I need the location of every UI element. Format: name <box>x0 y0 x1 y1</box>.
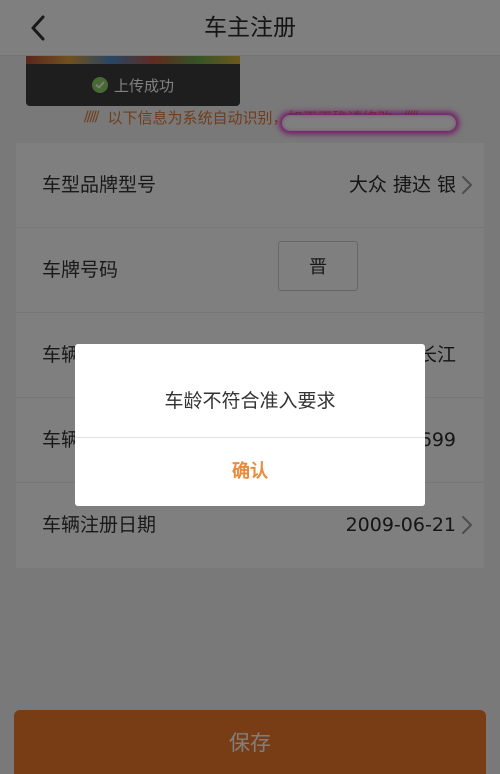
dialog-confirm-button[interactable]: 确认 <box>75 438 425 506</box>
dialog-message: 车龄不符合准入要求 <box>164 390 336 412</box>
alert-dialog: 车龄不符合准入要求 确认 <box>75 344 425 506</box>
